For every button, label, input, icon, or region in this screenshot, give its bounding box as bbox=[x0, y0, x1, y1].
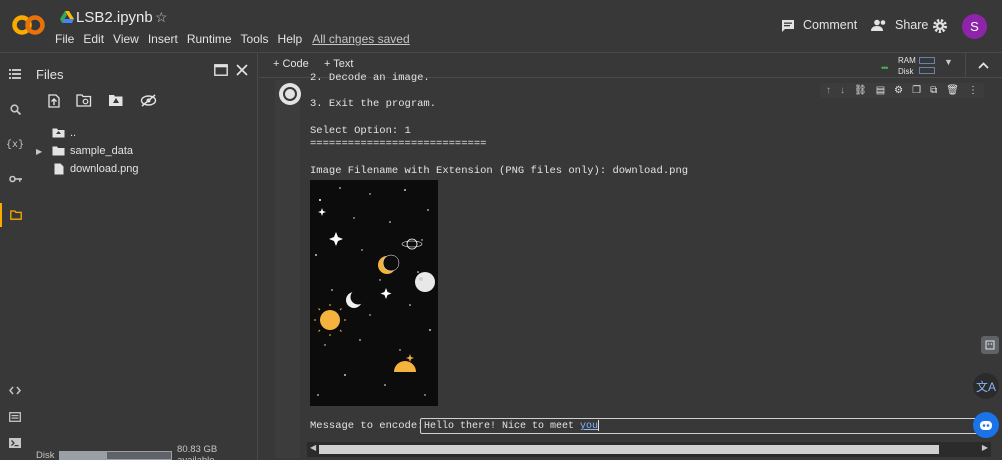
variables-icon[interactable]: {x} bbox=[0, 133, 30, 157]
output-line: 3. Exit the program. bbox=[310, 98, 437, 110]
ram-label: RAM bbox=[898, 56, 916, 65]
encode-prompt-label: Message to encode: bbox=[310, 420, 424, 432]
resource-monitor[interactable]: ••• RAM Disk bbox=[879, 55, 941, 77]
move-down-icon[interactable]: ↓ bbox=[840, 85, 845, 96]
cell-toolbar: ↑ ↓ ⛓ ▤ ⚙ ❐ ⧉ 🗑 ⋮ bbox=[820, 83, 984, 98]
add-text-button[interactable]: + Text bbox=[324, 58, 353, 70]
code-snippets-icon[interactable] bbox=[0, 378, 30, 402]
mount-drive-icon[interactable] bbox=[108, 94, 124, 107]
text-cursor bbox=[598, 420, 600, 431]
share-label: Share bbox=[895, 18, 929, 32]
comment-label: Comment bbox=[803, 18, 858, 32]
disk-label-toolbar: Disk bbox=[898, 67, 914, 76]
gemini-assistant-icon[interactable] bbox=[973, 412, 999, 438]
tree-item-parent-folder[interactable]: .. bbox=[30, 124, 76, 142]
expand-caret-icon[interactable]: ▶ bbox=[36, 147, 46, 156]
scroll-left-arrow-icon[interactable]: ◀ bbox=[310, 443, 316, 452]
translate-icon[interactable]: 文A bbox=[973, 373, 999, 399]
open-in-tab-icon[interactable] bbox=[214, 64, 228, 76]
message-input-text: Hello there! Nice to meet bbox=[424, 421, 581, 433]
tree-item-label: .. bbox=[70, 127, 77, 139]
move-up-icon[interactable]: ↑ bbox=[826, 85, 831, 96]
cell-settings-icon[interactable]: ⚙ bbox=[894, 85, 903, 96]
menu-file[interactable]: File bbox=[55, 32, 74, 46]
link-icon[interactable]: ⛓ bbox=[854, 85, 867, 96]
files-panel: Files .. ▶ sample_data download.png Disk… bbox=[30, 52, 258, 460]
saved-status-link[interactable]: All changes saved bbox=[312, 32, 409, 46]
colab-logo[interactable] bbox=[12, 14, 46, 36]
output-line: 2. Decode an image. bbox=[310, 72, 430, 84]
scrollbar-thumb[interactable] bbox=[319, 445, 939, 454]
hide-files-icon[interactable] bbox=[140, 94, 157, 107]
comment-icon bbox=[782, 19, 794, 32]
output-line: Select Option: 1 bbox=[310, 125, 411, 137]
menu-insert[interactable]: Insert bbox=[148, 32, 178, 46]
emoji-feedback-icon[interactable] bbox=[981, 336, 999, 354]
tree-item-sample-data[interactable]: ▶ sample_data bbox=[30, 142, 133, 160]
app-header: LSB2.ipynb ☆ File Edit View Insert Runti… bbox=[0, 0, 1002, 52]
upload-file-icon[interactable] bbox=[48, 94, 60, 108]
command-palette-icon[interactable] bbox=[0, 405, 30, 429]
disk-usage: Disk 80.83 GB available bbox=[36, 444, 257, 460]
files-folder-icon[interactable] bbox=[0, 203, 30, 227]
star-icon[interactable]: ☆ bbox=[155, 9, 168, 26]
add-code-button[interactable]: + Code bbox=[273, 58, 309, 70]
output-line: Image Filename with Extension (PNG files… bbox=[310, 165, 689, 177]
output-line: ============================ bbox=[310, 138, 487, 150]
terminal-icon[interactable] bbox=[0, 431, 30, 455]
disk-usage-bar bbox=[59, 450, 173, 460]
menu-tools[interactable]: Tools bbox=[241, 32, 269, 46]
copy-cell-icon[interactable]: ⧉ bbox=[930, 85, 937, 96]
tree-item-label: download.png bbox=[70, 163, 139, 175]
ram-bar bbox=[919, 57, 935, 64]
add-text-label: Text bbox=[333, 58, 354, 70]
left-rail: {x} bbox=[0, 52, 30, 460]
comment-cell-icon[interactable]: ▤ bbox=[876, 85, 885, 96]
mirror-cell-icon[interactable]: ❐ bbox=[912, 85, 921, 96]
folder-icon bbox=[52, 146, 65, 156]
table-of-contents-icon[interactable] bbox=[0, 62, 30, 86]
disk-label: Disk bbox=[36, 449, 55, 460]
message-input-misspelled-word: you bbox=[580, 421, 599, 433]
menu-bar: File Edit View Insert Runtime Tools Help… bbox=[55, 32, 419, 46]
connected-indicator: ••• bbox=[881, 63, 889, 73]
share-people-icon bbox=[871, 19, 886, 31]
menu-edit[interactable]: Edit bbox=[83, 32, 104, 46]
user-avatar[interactable]: S bbox=[962, 14, 987, 39]
delete-cell-icon[interactable]: 🗑 bbox=[946, 85, 959, 96]
collapse-header-button[interactable] bbox=[965, 53, 1001, 77]
runtime-dropdown-caret-icon[interactable]: ▼ bbox=[944, 57, 953, 67]
cell-gutter bbox=[275, 80, 300, 458]
menu-runtime[interactable]: Runtime bbox=[187, 32, 232, 46]
close-panel-icon[interactable] bbox=[236, 64, 248, 76]
add-code-label: Code bbox=[282, 58, 309, 70]
code-cell[interactable]: ↑ ↓ ⛓ ▤ ⚙ ❐ ⧉ 🗑 ⋮ 2. Decode an image. 3.… bbox=[275, 72, 987, 458]
tree-item-download-png[interactable]: download.png bbox=[30, 160, 139, 178]
disk-bar bbox=[919, 67, 935, 74]
more-options-icon[interactable]: ⋮ bbox=[968, 85, 978, 96]
folder-up-icon bbox=[52, 128, 65, 138]
comment-button[interactable]: Comment bbox=[781, 18, 857, 32]
google-drive-icon bbox=[60, 11, 74, 23]
menu-help[interactable]: Help bbox=[278, 32, 303, 46]
notebook-title[interactable]: LSB2.ipynb bbox=[76, 9, 153, 26]
output-image-space-illustration bbox=[310, 180, 438, 406]
settings-gear-icon[interactable] bbox=[932, 18, 948, 34]
stop-execution-button[interactable] bbox=[279, 83, 301, 105]
output-horizontal-scrollbar[interactable]: ◀ ▶ bbox=[307, 442, 991, 457]
files-panel-title: Files bbox=[36, 67, 64, 82]
files-toolbar bbox=[48, 94, 157, 108]
message-input[interactable]: Hello there! Nice to meet you bbox=[420, 418, 978, 434]
refresh-folder-icon[interactable] bbox=[76, 94, 92, 107]
files-panel-header-buttons bbox=[214, 64, 248, 76]
share-button[interactable]: Share bbox=[871, 18, 928, 32]
file-icon bbox=[54, 163, 64, 175]
search-icon[interactable] bbox=[0, 97, 30, 121]
menu-view[interactable]: View bbox=[113, 32, 139, 46]
key-secrets-icon[interactable] bbox=[0, 167, 30, 191]
chevron-up-icon bbox=[978, 61, 989, 69]
scroll-right-arrow-icon[interactable]: ▶ bbox=[982, 443, 988, 452]
disk-available: 80.83 GB available bbox=[177, 444, 218, 460]
tree-item-label: sample_data bbox=[70, 145, 133, 157]
